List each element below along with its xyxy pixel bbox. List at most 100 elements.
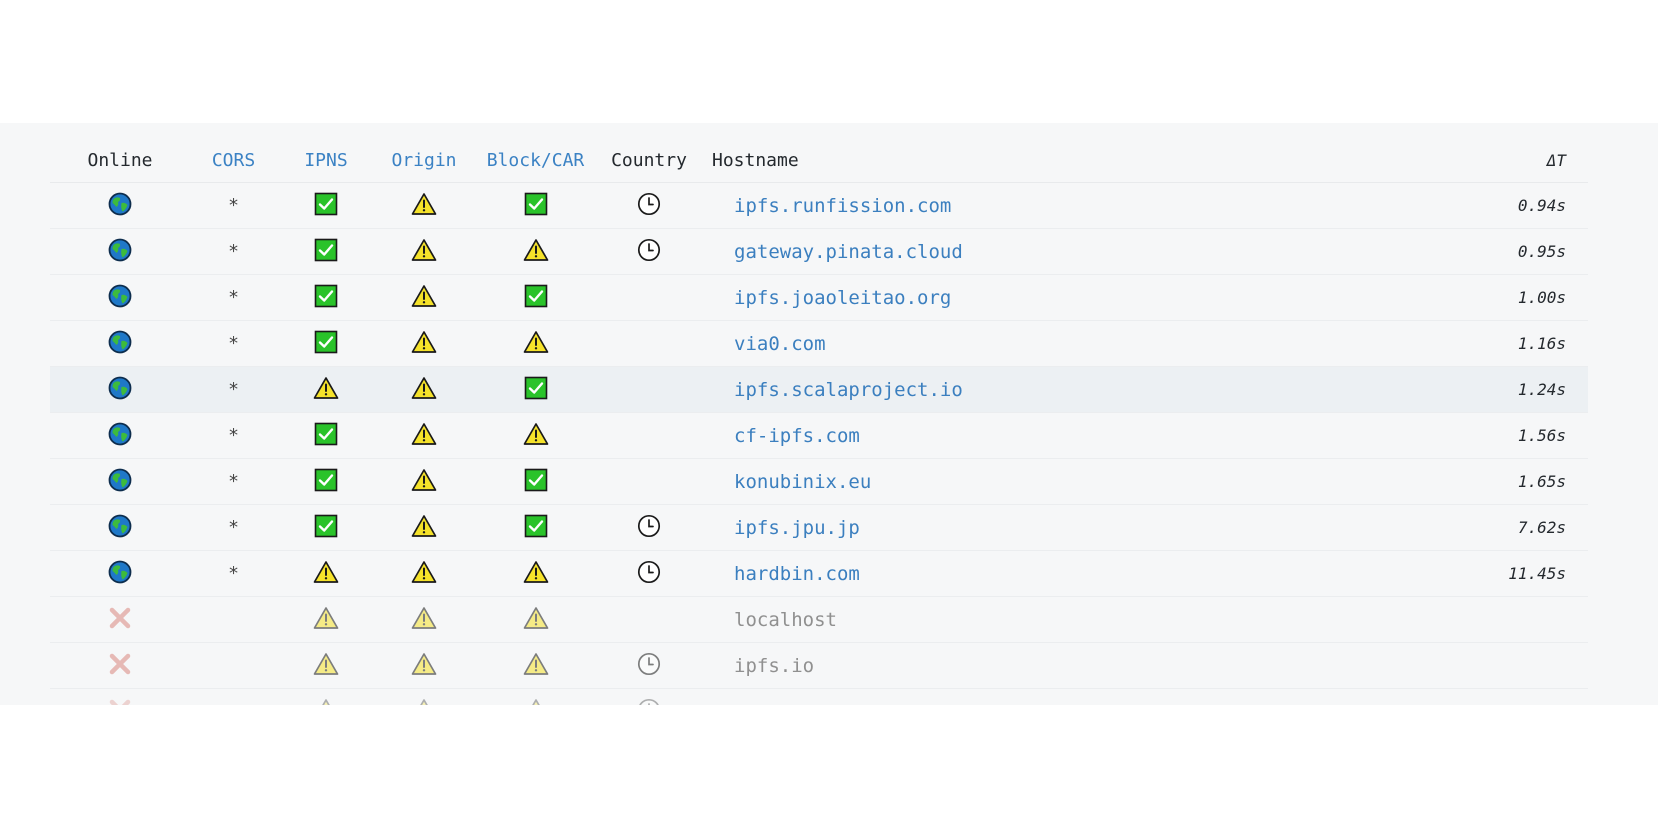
online-cell <box>50 688 190 705</box>
check-icon <box>314 330 338 358</box>
globe-icon <box>108 238 132 266</box>
origin-cell <box>375 504 473 551</box>
globe-icon <box>108 376 132 404</box>
globe-icon <box>108 468 132 496</box>
hostname-link <box>700 688 1400 705</box>
origin-cell <box>375 550 473 597</box>
globe-icon <box>108 330 132 358</box>
delta-t-value: 1.00s <box>1400 274 1588 321</box>
table-row: * ipfs.jpu.jp 7.62s <box>50 504 1588 551</box>
hostname-link[interactable]: ipfs.io <box>700 642 1400 689</box>
hostname-link[interactable]: konubinix.eu <box>700 458 1400 505</box>
block-car-cell <box>473 320 598 367</box>
hostname-link[interactable]: hardbin.com <box>700 550 1400 597</box>
table-row: ipfs.io <box>50 642 1588 689</box>
header-online: Online <box>50 139 190 183</box>
ipns-cell <box>277 550 375 597</box>
header-origin-link[interactable]: Origin <box>375 139 473 183</box>
warning-icon <box>411 652 437 680</box>
table-row: * ipfs.scalaproject.io 1.24s <box>50 366 1588 413</box>
warning-icon <box>313 560 339 588</box>
delta-t-value: 0.95s <box>1400 228 1588 275</box>
hostname-link[interactable]: gateway.pinata.cloud <box>700 228 1400 275</box>
ipns-cell <box>277 412 375 459</box>
online-cell <box>50 412 190 459</box>
origin-cell <box>375 458 473 505</box>
table-row: * konubinix.eu 1.65s <box>50 458 1588 505</box>
gateway-table-body: * ipfs.runfission.com 0.94s * gateway.pinata… <box>50 182 1588 705</box>
warning-icon <box>313 652 339 680</box>
header-delta-t: ΔT <box>1400 139 1588 183</box>
hostname-link[interactable]: ipfs.scalaproject.io <box>700 366 1400 413</box>
online-cell <box>50 228 190 275</box>
delta-t-value: 1.24s <box>1400 366 1588 413</box>
ipns-cell <box>277 366 375 413</box>
online-cell <box>50 458 190 505</box>
warning-icon <box>411 698 437 705</box>
cors-cell <box>190 642 277 689</box>
check-icon <box>314 284 338 312</box>
cors-cell: * <box>190 274 277 321</box>
cors-cell <box>190 688 277 705</box>
table-row: localhost <box>50 596 1588 643</box>
globe-icon <box>108 514 132 542</box>
online-cell <box>50 504 190 551</box>
country-cell <box>598 596 700 643</box>
clock-icon <box>637 698 661 705</box>
warning-icon <box>523 698 549 705</box>
cors-cell: * <box>190 366 277 413</box>
block-car-cell <box>473 228 598 275</box>
country-cell <box>598 642 700 689</box>
warning-icon <box>313 698 339 705</box>
block-car-cell <box>473 458 598 505</box>
hostname-link[interactable]: ipfs.runfission.com <box>700 182 1400 229</box>
delta-t-value: 11.45s <box>1400 550 1588 597</box>
hostname-link[interactable]: via0.com <box>700 320 1400 367</box>
cors-cell: * <box>190 504 277 551</box>
cors-cell: * <box>190 228 277 275</box>
ipns-cell <box>277 458 375 505</box>
clock-icon <box>637 192 661 220</box>
table-row: * gateway.pinata.cloud 0.95s <box>50 228 1588 275</box>
country-cell <box>598 550 700 597</box>
ipns-cell <box>277 274 375 321</box>
online-cell <box>50 182 190 229</box>
block-car-cell <box>473 412 598 459</box>
origin-cell <box>375 596 473 643</box>
country-cell <box>598 182 700 229</box>
hostname-link[interactable]: localhost <box>700 596 1400 643</box>
hostname-link[interactable]: ipfs.joaoleitao.org <box>700 274 1400 321</box>
header-ipns-link[interactable]: IPNS <box>277 139 375 183</box>
delta-t-value <box>1400 688 1588 705</box>
ipns-cell <box>277 320 375 367</box>
country-cell <box>598 320 700 367</box>
warning-icon <box>411 238 437 266</box>
delta-t-value: 1.56s <box>1400 412 1588 459</box>
origin-cell <box>375 688 473 705</box>
check-icon <box>314 238 338 266</box>
table-header-row: Online CORS IPNS Origin Block/CAR Countr… <box>50 139 1588 183</box>
ipns-cell <box>277 642 375 689</box>
block-car-cell <box>473 182 598 229</box>
delta-t-value: 1.16s <box>1400 320 1588 367</box>
check-icon <box>314 192 338 220</box>
country-cell <box>598 274 700 321</box>
globe-icon <box>108 284 132 312</box>
header-cors-link[interactable]: CORS <box>190 139 277 183</box>
cors-cell: * <box>190 458 277 505</box>
ipns-cell <box>277 228 375 275</box>
check-icon <box>314 514 338 542</box>
gateway-checker-panel: Online CORS IPNS Origin Block/CAR Countr… <box>0 123 1658 705</box>
hostname-link[interactable]: ipfs.jpu.jp <box>700 504 1400 551</box>
cors-cell: * <box>190 182 277 229</box>
table-row: * hardbin.com 11.45s <box>50 550 1588 597</box>
online-cell <box>50 550 190 597</box>
check-icon <box>314 468 338 496</box>
header-block-car-link[interactable]: Block/CAR <box>473 139 598 183</box>
check-icon <box>524 284 548 312</box>
origin-cell <box>375 366 473 413</box>
warning-icon <box>411 284 437 312</box>
hostname-link[interactable]: cf-ipfs.com <box>700 412 1400 459</box>
online-cell <box>50 320 190 367</box>
cross-icon <box>108 652 132 680</box>
